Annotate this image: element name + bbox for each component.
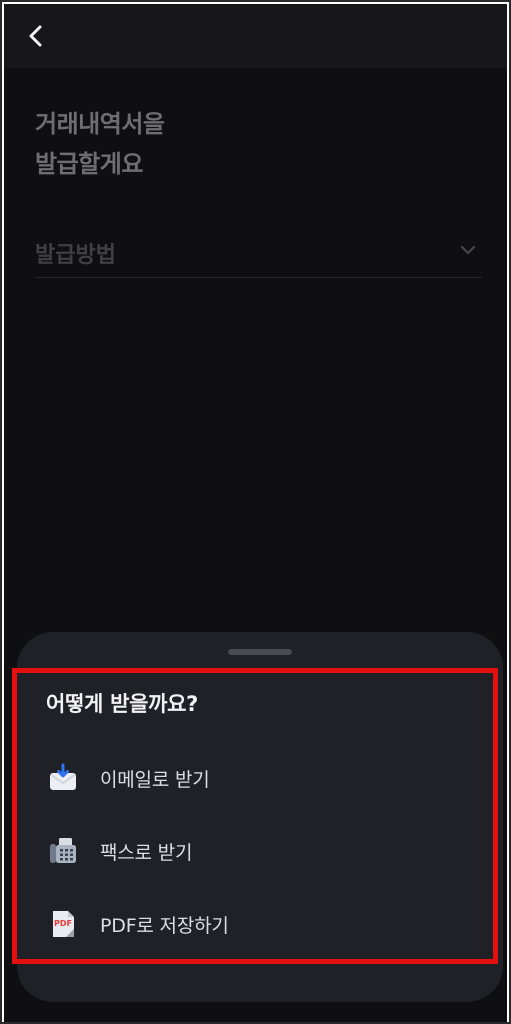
option-fax[interactable]: 팩스로 받기 <box>46 828 486 874</box>
device-frame: 거래내역서을 발급할게요 발급방법 어떻게 받을까요? 이메일로 받기 팩스로 … <box>0 0 511 1024</box>
option-email-label: 이메일로 받기 <box>100 768 210 791</box>
chevron-left-icon <box>29 25 42 47</box>
chevron-down-icon <box>461 246 475 254</box>
option-fax-label: 팩스로 받기 <box>100 841 193 864</box>
sheet-title: 어떻게 받을까요? <box>46 692 199 716</box>
option-email[interactable]: 이메일로 받기 <box>46 755 486 801</box>
svg-text:PDF: PDF <box>54 919 72 928</box>
method-select[interactable]: 발급방법 <box>35 230 482 278</box>
option-pdf[interactable]: PDF PDF로 저장하기 <box>46 901 486 947</box>
email-icon <box>46 761 80 795</box>
bottom-sheet: 어떻게 받을까요? 이메일로 받기 팩스로 받기 PDF PDF로 저장하기 <box>17 632 503 1002</box>
back-button[interactable] <box>18 18 54 54</box>
pdf-file-icon: PDF <box>46 907 80 941</box>
sheet-drag-handle[interactable] <box>228 649 292 655</box>
fax-icon <box>46 834 80 868</box>
page-title: 거래내역서을 발급할게요 <box>35 110 165 178</box>
top-bar <box>4 4 507 68</box>
method-placeholder: 발급방법 <box>35 243 116 268</box>
option-pdf-label: PDF로 저장하기 <box>100 914 229 937</box>
app-screen: 거래내역서을 발급할게요 발급방법 어떻게 받을까요? 이메일로 받기 팩스로 … <box>4 4 507 1022</box>
